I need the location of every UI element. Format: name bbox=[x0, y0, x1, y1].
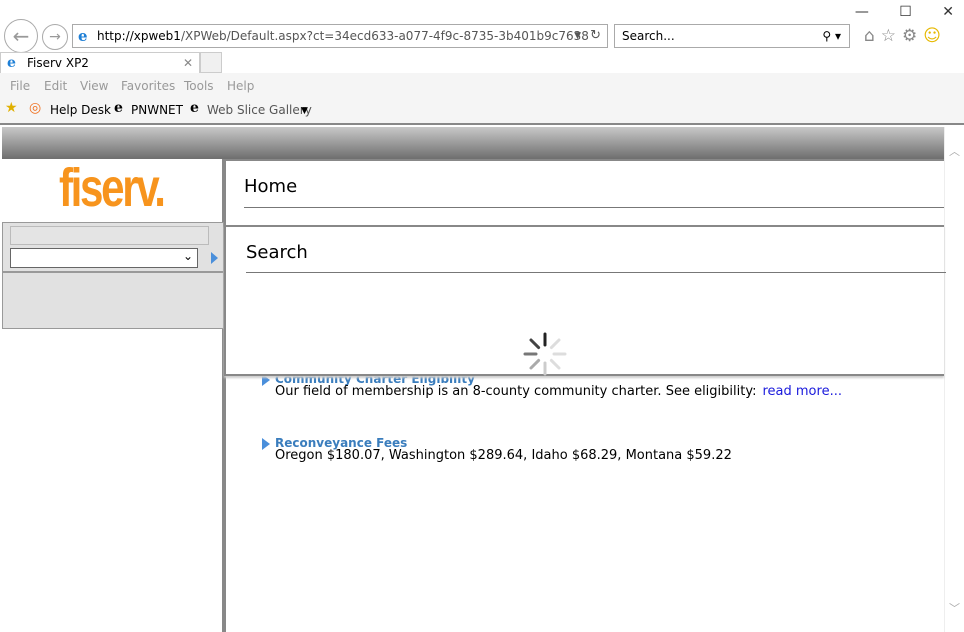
window-controls[interactable]: — ☐ ✕ bbox=[855, 4, 954, 20]
sidebar-search-panel: ⌄ bbox=[2, 222, 224, 272]
ie-icon: e bbox=[7, 55, 16, 71]
smiley-icon[interactable]: ☺ bbox=[923, 26, 947, 46]
ie-page-icon: e bbox=[114, 100, 123, 116]
ie-page-icon: e bbox=[190, 100, 199, 116]
menu-view[interactable]: View bbox=[80, 79, 108, 93]
read-more-link[interactable]: read more... bbox=[762, 384, 841, 399]
search-placeholder: Search... bbox=[622, 29, 675, 43]
sidebar-select[interactable]: ⌄ bbox=[10, 248, 198, 268]
gear-icon[interactable]: ⚙ bbox=[902, 26, 923, 46]
menu-edit[interactable]: Edit bbox=[44, 79, 67, 93]
sidebar: fiserv. ⌄ bbox=[2, 159, 224, 632]
favorite-web-slice-gallery[interactable]: Web Slice Gallery bbox=[207, 103, 312, 117]
favorites-star-icon[interactable]: ★ bbox=[5, 100, 18, 116]
bullet-arrow-icon bbox=[262, 438, 270, 450]
search-input[interactable]: Search... ⚲ ▾ bbox=[614, 24, 850, 48]
scroll-down-icon[interactable]: ﹀ bbox=[945, 600, 964, 616]
home-title: Home bbox=[244, 176, 298, 197]
sidebar-panel bbox=[2, 272, 224, 329]
tab-title: Fiserv XP2 bbox=[27, 56, 89, 70]
search-dialog-title: Search bbox=[246, 242, 308, 263]
lifebuoy-icon: ◎ bbox=[29, 100, 42, 116]
menu-help[interactable]: Help bbox=[227, 79, 254, 93]
menu-and-favorites: File Edit View Favorites Tools Help ★ ◎ … bbox=[0, 73, 964, 125]
favorite-help-desk[interactable]: Help Desk bbox=[50, 103, 111, 117]
item-description: Oregon $180.07, Washington $289.64, Idah… bbox=[275, 448, 732, 463]
back-button[interactable]: ← bbox=[4, 19, 38, 53]
chevron-down-icon: ⌄ bbox=[182, 249, 193, 263]
favorite-pnwnet[interactable]: PNWNET bbox=[131, 103, 183, 117]
item-description: Our field of membership is an 8-county c… bbox=[275, 384, 757, 399]
menu-favorites[interactable]: Favorites bbox=[121, 79, 175, 93]
scroll-up-icon[interactable]: ︿ bbox=[945, 143, 964, 159]
close-tab-icon[interactable]: ✕ bbox=[183, 53, 193, 74]
new-tab-button[interactable] bbox=[200, 52, 222, 73]
divider bbox=[246, 272, 946, 273]
refresh-icon[interactable]: ↻ bbox=[590, 25, 601, 47]
search-dialog: Search bbox=[224, 225, 946, 376]
dropdown-icon[interactable]: ▼ bbox=[574, 25, 581, 47]
home-icon[interactable]: ⌂ bbox=[864, 26, 881, 46]
address-bar[interactable]: e http://xpweb1/XPWeb/Default.aspx?ct=34… bbox=[72, 24, 608, 48]
browser-chrome: — ☐ ✕ ← → e http://xpweb1/XPWeb/Default.… bbox=[0, 0, 964, 125]
tab-fiserv-xp2[interactable]: e Fiserv XP2 ✕ bbox=[0, 52, 200, 74]
go-arrow-button[interactable] bbox=[211, 252, 218, 264]
ie-icon: e bbox=[78, 27, 88, 45]
app-header-bar bbox=[2, 127, 944, 159]
home-panel bbox=[224, 159, 944, 225]
sidebar-text-input[interactable] bbox=[10, 226, 209, 245]
divider bbox=[244, 207, 944, 208]
dropdown-arrow-icon[interactable]: ▼ bbox=[301, 106, 308, 116]
menu-file[interactable]: File bbox=[10, 79, 30, 93]
vertical-scrollbar[interactable]: ︿ ﹀ bbox=[944, 127, 964, 632]
menu-tools[interactable]: Tools bbox=[184, 79, 214, 93]
fiserv-logo: fiserv. bbox=[59, 158, 166, 218]
star-icon[interactable]: ☆ bbox=[881, 26, 902, 46]
item-text: Our field of membership is an 8-county c… bbox=[275, 384, 842, 399]
search-icon[interactable]: ⚲ ▾ bbox=[822, 25, 841, 47]
forward-button[interactable]: → bbox=[42, 24, 68, 50]
url-path: /XPWeb/Default.aspx?ct=34ecd633-a077-4f9… bbox=[180, 29, 589, 43]
url-host: http://xpweb1 bbox=[97, 29, 181, 43]
toolbar-icons: ⌂☆⚙☺ bbox=[864, 26, 947, 46]
loading-spinner-icon bbox=[523, 332, 567, 376]
